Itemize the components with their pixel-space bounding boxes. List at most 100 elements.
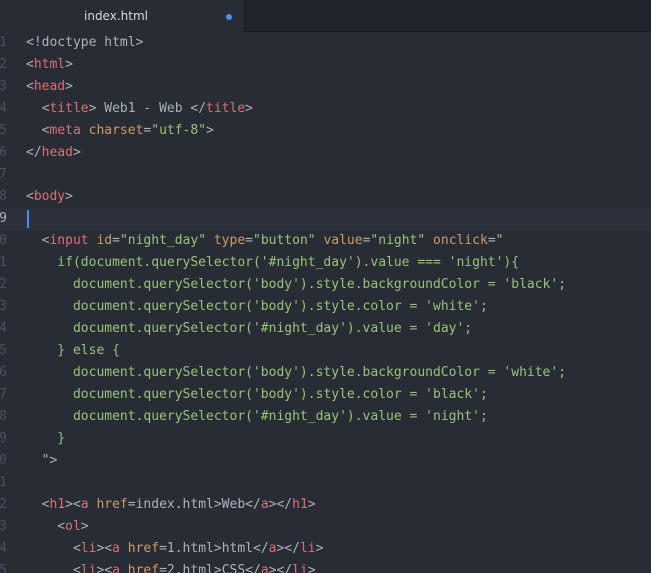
- code-token: li: [80, 563, 97, 573]
- code-text: document.querySelector('body').style.bac…: [26, 362, 566, 384]
- line-number: 0: [0, 233, 7, 248]
- code-editor[interactable]: 1 <!doctype html> 2 <html> 3 <head> 4 <title> …: [0, 32, 651, 573]
- modified-dot-icon[interactable]: [226, 14, 232, 20]
- code-line[interactable]: 4 <title> Web1 - Web </title>: [0, 98, 651, 120]
- code-token: >: [307, 563, 316, 573]
- code-token: href: [127, 541, 160, 556]
- line-number: 3: [0, 79, 7, 94]
- code-token: =1.html>html</: [159, 541, 269, 556]
- code-text: <h1><a href=index.html>Web</a></h1>: [26, 494, 316, 516]
- code-token: a: [112, 541, 120, 556]
- code-token: >: [65, 189, 73, 204]
- code-line[interactable]: 6 document.querySelector('body').style.b…: [0, 362, 651, 384]
- code-token: title: [49, 101, 89, 116]
- code-token: html: [33, 57, 66, 72]
- line-number: 1: [0, 475, 7, 490]
- code-token: a: [112, 563, 120, 573]
- code-token: input: [49, 233, 89, 248]
- code-token: li: [80, 541, 97, 556]
- code-line[interactable]: 4 document.querySelector('#night_day').v…: [0, 318, 651, 340]
- code-line[interactable]: 7: [0, 164, 651, 186]
- code-text: } else {: [26, 340, 120, 362]
- code-line[interactable]: 8 <body>: [0, 186, 651, 208]
- code-line[interactable]: 4 <li><a href=1.html>html</a></li>: [0, 538, 651, 560]
- code-text: document.querySelector('#night_day').val…: [26, 318, 472, 340]
- code-line[interactable]: 5 } else {: [0, 340, 651, 362]
- code-line[interactable]: 5 <meta charset="utf-8">: [0, 120, 651, 142]
- line-number: 6: [0, 365, 7, 380]
- line-number: 2: [0, 277, 7, 292]
- code-token: a: [80, 497, 89, 512]
- code-token: </: [26, 145, 42, 160]
- code-token: ><: [96, 563, 113, 573]
- code-token: body: [33, 189, 66, 204]
- code-text: <!doctype html>: [26, 32, 143, 54]
- code-token: =: [487, 233, 496, 248]
- code-line[interactable]: 7 document.querySelector('body').style.c…: [0, 384, 651, 406]
- code-token: =2.html>CSS</: [159, 563, 261, 573]
- code-line[interactable]: 3 <ol>: [0, 516, 651, 538]
- code-token: document.querySelector('body').style.bac…: [26, 277, 567, 292]
- code-token: } else {: [26, 343, 120, 358]
- code-line[interactable]: 6 </head>: [0, 142, 651, 164]
- code-token: li: [292, 563, 308, 573]
- code-token: >: [49, 453, 58, 468]
- code-line[interactable]: 1 <!doctype html>: [0, 32, 651, 54]
- code-token: >: [80, 519, 89, 534]
- code-token: ></: [276, 541, 300, 556]
- code-token: onclick: [433, 233, 488, 248]
- code-token: >: [72, 145, 81, 160]
- code-token: value: [323, 233, 363, 248]
- code-text: </head>: [26, 142, 81, 164]
- code-token: a: [260, 563, 269, 573]
- code-token: ": [495, 233, 504, 248]
- code-line[interactable]: 9: [0, 208, 651, 230]
- code-token: ></: [268, 497, 293, 512]
- code-line[interactable]: 2 <h1><a href=index.html>Web</a></h1>: [0, 494, 651, 516]
- line-number: 5: [0, 563, 7, 573]
- code-line[interactable]: 1: [0, 472, 651, 494]
- code-token: <: [26, 497, 50, 512]
- line-number: 8: [0, 189, 7, 204]
- code-line[interactable]: 9 }: [0, 428, 651, 450]
- code-line[interactable]: 2 <html>: [0, 54, 651, 76]
- code-token: <: [26, 563, 81, 573]
- code-token: > Web1 - Web </: [88, 101, 207, 116]
- code-text: <li><a href=1.html>html</a></li>: [26, 538, 324, 560]
- code-line[interactable]: 8 document.querySelector('#night_day').v…: [0, 406, 651, 428]
- code-text: <html>: [26, 54, 73, 76]
- code-text: <li><a href=2.html>CSS</a></li>: [26, 560, 316, 573]
- code-line[interactable]: 2 document.querySelector('body').style.b…: [0, 274, 651, 296]
- code-text: <input id="night_day" type="button" valu…: [26, 230, 504, 252]
- code-token: =: [245, 233, 253, 248]
- code-line[interactable]: 3 <head>: [0, 76, 651, 98]
- line-number: 1: [0, 255, 7, 270]
- tab-index-html[interactable]: index.html: [0, 0, 245, 32]
- code-line[interactable]: 0 ">: [0, 450, 651, 472]
- line-number: 9: [0, 211, 7, 226]
- code-token: ": [26, 453, 50, 468]
- code-token: head: [41, 145, 73, 160]
- code-token: href: [96, 497, 128, 512]
- code-text: ">: [26, 450, 58, 472]
- tab-bar: index.html: [0, 0, 651, 32]
- code-line[interactable]: 3 document.querySelector('body').style.c…: [0, 296, 651, 318]
- code-line[interactable]: 1 if(document.querySelector('#night_day'…: [0, 252, 651, 274]
- code-token: =index.html>Web</: [127, 497, 261, 512]
- code-token: document.querySelector('#night_day').val…: [26, 321, 473, 336]
- code-token: href: [127, 563, 160, 573]
- line-number: 4: [0, 321, 7, 336]
- code-token: <: [26, 101, 50, 116]
- code-token: <: [26, 519, 66, 534]
- line-number: 7: [0, 167, 7, 182]
- line-number: 8: [0, 409, 7, 424]
- line-number: 1: [0, 35, 7, 50]
- code-text: <ol>: [26, 516, 89, 538]
- code-line[interactable]: 0 <input id="night_day" type="button" va…: [0, 230, 651, 252]
- code-text: document.querySelector('body').style.col…: [26, 384, 488, 406]
- code-text: }: [26, 428, 65, 450]
- code-token: >: [245, 101, 253, 116]
- code-token: charset: [88, 123, 144, 138]
- code-line[interactable]: 5 <li><a href=2.html>CSS</a></li>: [0, 560, 651, 573]
- line-number: 2: [0, 497, 7, 512]
